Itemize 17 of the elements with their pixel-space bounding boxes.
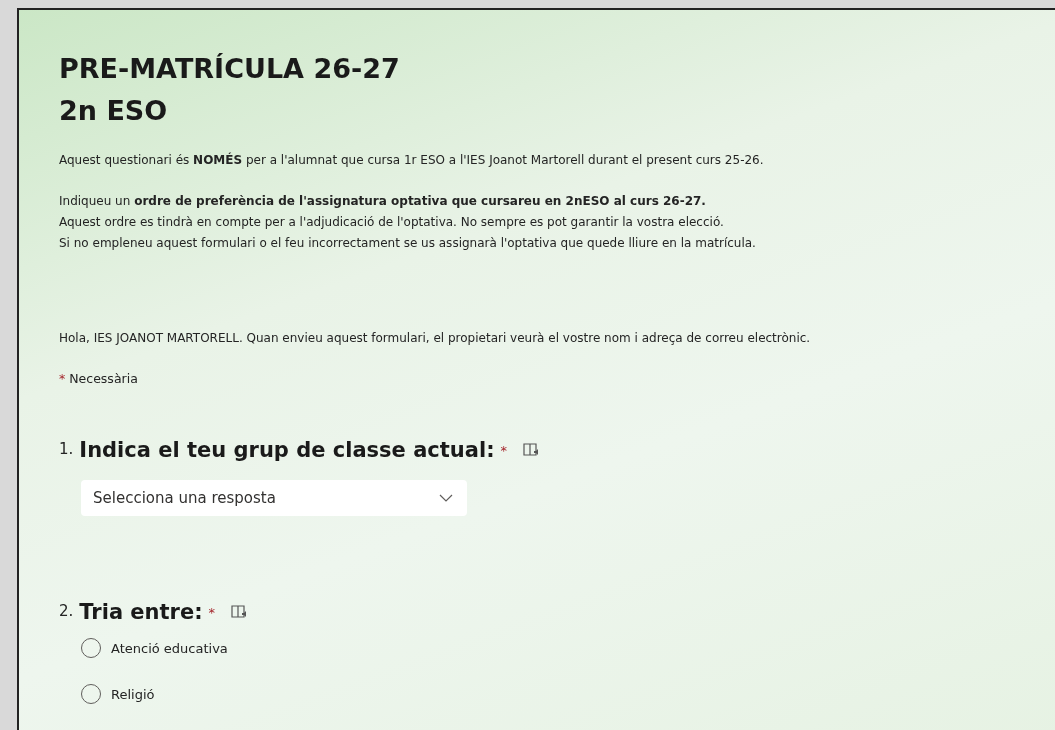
form-subtitle: 2n ESO [59, 94, 169, 128]
question-title: Indica el teu grup de classe actual: [79, 438, 495, 462]
required-label: Necessària [69, 371, 138, 386]
question-title: Tria entre: [79, 600, 203, 624]
answer-dropdown[interactable]: Selecciona una resposta [81, 480, 467, 516]
question-number: 2. [59, 602, 74, 620]
notice-text: Hola, IES JOANOT MARTORELL. Quan envieu aquest formulari, el propietari veurà el vostre nom i adreça de correu electrònic. [59, 330, 812, 347]
option-label[interactable]: Religió [111, 686, 155, 702]
description-text: Aquest questionari és NOMÉS per a l'alumnat que cursa 1r ESO a l'IES Joanot Martorell durant el present curs 25-26. [59, 151, 765, 169]
option-label[interactable]: Atenció educativa [111, 640, 228, 656]
required-mark: * [59, 371, 66, 386]
required-mark: * [208, 604, 216, 620]
chevron-down-icon [439, 494, 453, 502]
question-number: 1. [59, 440, 74, 458]
required-mark: * [500, 442, 508, 458]
form-title: PRE-MATRÍCULA 26-27 [59, 52, 401, 86]
description-text: Indiqueu un ordre de preferència de l'assignatura optativa que cursareu en 2nESO al curs 26-27. Aquest ordre es tindrà en compte per a l'adjudicació de l'optativa. No sempre es pot garantir la vostra elecció. Si no empleneu aquest formulari o el feu incorrectament se us assignarà l'optativa que quede lliure en la matrícula. [59, 193, 757, 252]
